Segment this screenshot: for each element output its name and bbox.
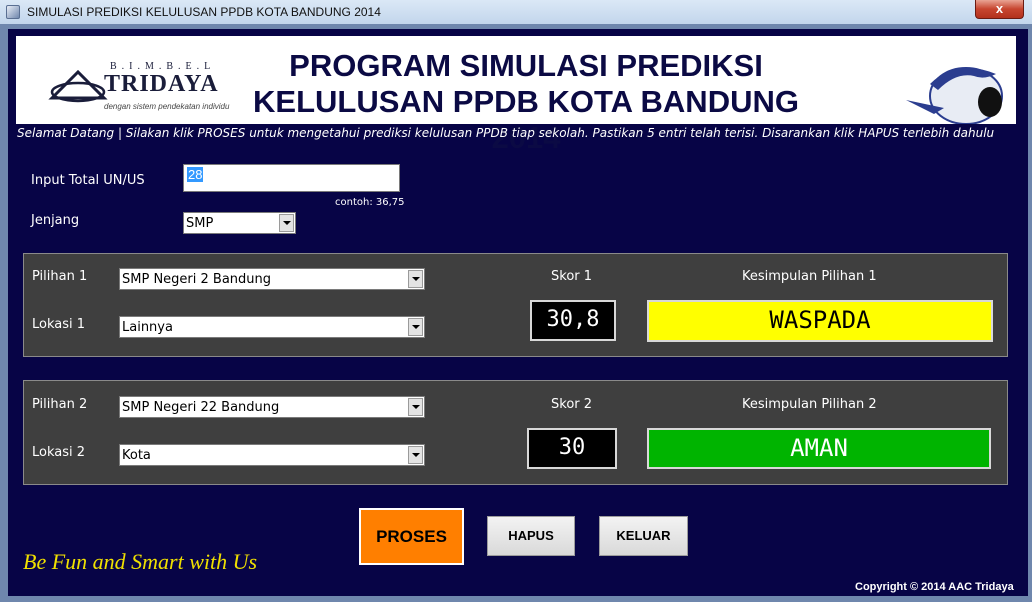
kesimpulan-2-label: Kesimpulan Pilihan 2 <box>742 397 877 412</box>
slogan-text: Be Fun and Smart with Us <box>23 549 258 574</box>
total-un-hint: contoh: 36,75 <box>335 197 405 208</box>
chevron-down-icon[interactable] <box>408 270 423 288</box>
chevron-down-icon[interactable] <box>408 398 423 416</box>
pilihan-2-value: SMP Negeri 22 Bandung <box>122 400 280 415</box>
lokasi-2-label: Lokasi 2 <box>32 445 86 460</box>
mascot-graduate-icon <box>906 67 1003 124</box>
skor-2-display: 30 <box>527 428 617 469</box>
title-line-1: PROGRAM SIMULASI PREDIKSI <box>289 48 763 83</box>
window-titlebar: SIMULASI PREDIKSI KELULUSAN PPDB KOTA BA… <box>0 0 1032 24</box>
chevron-down-icon[interactable] <box>408 318 423 336</box>
total-un-value: 28 <box>187 167 204 182</box>
logo-tagline: dengan sistem pendekatan individu <box>104 102 230 111</box>
pilihan-2-group: Pilihan 2 SMP Negeri 22 Bandung Lokasi 2… <box>23 380 1008 485</box>
jenjang-label: Jenjang <box>31 213 80 228</box>
skor-1-label: Skor 1 <box>551 269 593 284</box>
pilihan-1-group: Pilihan 1 SMP Negeri 2 Bandung Lokasi 1 … <box>23 253 1008 357</box>
lokasi-1-label: Lokasi 1 <box>32 317 86 332</box>
total-un-label: Input Total UN/US <box>31 173 145 188</box>
logo-mark-icon <box>48 69 108 103</box>
main-window: B.I.M.B.E.L TRIDAYA dengan sistem pendek… <box>8 29 1028 596</box>
proses-button[interactable]: PROSES <box>359 508 464 565</box>
lokasi-1-select[interactable]: Lainnya <box>119 316 425 338</box>
logo-name-text: TRIDAYA <box>104 71 219 97</box>
chevron-down-icon[interactable] <box>279 214 294 232</box>
copyright-text: Copyright © 2014 AAC Tridaya <box>855 581 1014 593</box>
kesimpulan-2-display: AMAN <box>647 428 991 469</box>
lokasi-2-value: Kota <box>122 448 151 463</box>
pilihan-2-select[interactable]: SMP Negeri 22 Bandung <box>119 396 425 418</box>
jenjang-select[interactable]: SMP <box>183 212 296 234</box>
window-title: SIMULASI PREDIKSI KELULUSAN PPDB KOTA BA… <box>27 5 381 19</box>
app-icon <box>6 5 20 19</box>
skor-1-display: 30,8 <box>530 300 616 341</box>
welcome-marquee: Selamat Datang | Silakan klik PROSES unt… <box>17 126 995 140</box>
close-button[interactable]: x <box>975 0 1024 19</box>
kesimpulan-1-label: Kesimpulan Pilihan 1 <box>742 269 877 284</box>
kesimpulan-1-display: WASPADA <box>647 300 993 342</box>
tridaya-logo: B.I.M.B.E.L TRIDAYA dengan sistem pendek… <box>48 56 238 116</box>
hapus-button[interactable]: HAPUS <box>487 516 575 556</box>
pilihan-1-select[interactable]: SMP Negeri 2 Bandung <box>119 268 425 290</box>
pilihan-2-label: Pilihan 2 <box>32 397 88 412</box>
keluar-button[interactable]: KELUAR <box>599 516 688 556</box>
total-un-input[interactable]: 28 <box>183 164 400 192</box>
lokasi-2-select[interactable]: Kota <box>119 444 425 466</box>
skor-2-label: Skor 2 <box>551 397 593 412</box>
pilihan-1-value: SMP Negeri 2 Bandung <box>122 272 272 287</box>
header-banner: B.I.M.B.E.L TRIDAYA dengan sistem pendek… <box>16 36 1016 155</box>
chevron-down-icon[interactable] <box>408 446 423 464</box>
pilihan-1-label: Pilihan 1 <box>32 269 88 284</box>
lokasi-1-value: Lainnya <box>122 320 173 335</box>
jenjang-value: SMP <box>186 216 214 231</box>
